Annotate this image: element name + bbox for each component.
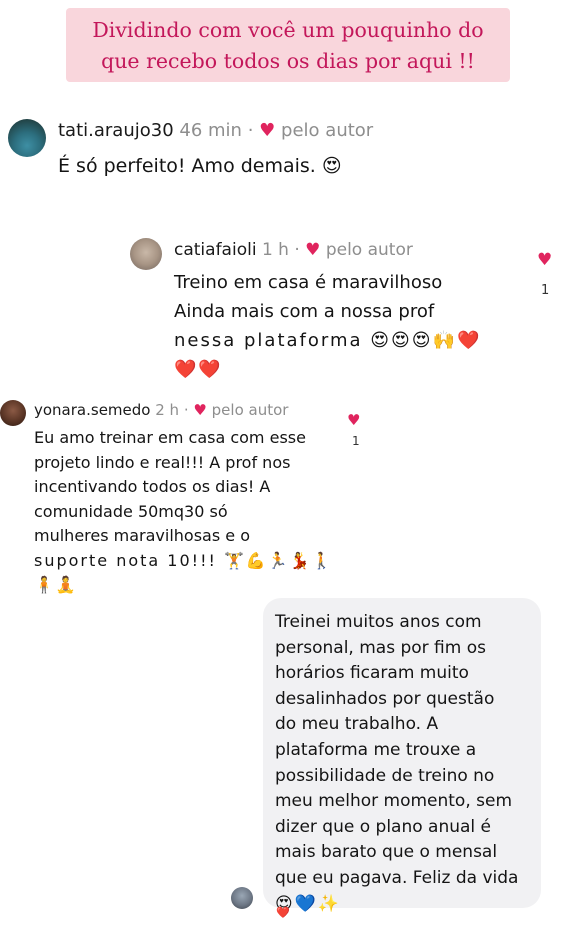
comment-meta: yonara.semedo 2 h · ♥ pelo autor xyxy=(34,400,288,421)
comment-time: 1 h xyxy=(261,240,289,260)
separator-dot: · xyxy=(183,401,189,419)
message-bubble: Treinei muitos anos com personal, mas po… xyxy=(263,598,541,914)
liked-by-author-label: pelo autor xyxy=(325,240,413,260)
like-count: 1 xyxy=(352,434,360,448)
comment-card-2: catiafaioli 1 h · ♥ pelo autor Treino em… xyxy=(122,228,563,388)
avatar[interactable] xyxy=(8,119,46,157)
comment-username[interactable]: tati.araujo30 xyxy=(58,120,174,141)
avatar[interactable] xyxy=(0,400,26,426)
comment-username[interactable]: yonara.semedo xyxy=(34,401,150,419)
story-banner: Dividindo com você um pouquinho do que r… xyxy=(66,8,510,82)
comment-meta: tati.araujo30 46 min · ♥ pelo autor xyxy=(58,118,373,144)
like-heart-icon[interactable]: ♥ xyxy=(537,252,552,269)
like-count: 1 xyxy=(541,283,550,298)
comment-card-1: tati.araujo30 46 min · ♥ pelo autor É só… xyxy=(0,105,390,189)
comment-text: Treino em casa é maravilhoso Ainda mais … xyxy=(174,272,482,380)
comment-text: É só perfeito! Amo demais. 😍 xyxy=(58,155,342,177)
comment-meta: catiafaioli 1 h · ♥ pelo autor xyxy=(174,238,413,262)
comment-time: 2 h xyxy=(155,401,180,419)
comment-time: 46 min xyxy=(179,120,242,141)
banner-line-2: que recebo todos os dias por aqui !! xyxy=(101,49,475,73)
comment-card-3: yonara.semedo 2 h · ♥ pelo autor Eu amo … xyxy=(0,390,380,595)
separator-dot: · xyxy=(294,240,300,260)
banner-line-1: Dividindo com você um pouquinho do xyxy=(92,18,484,42)
comment-text: Eu amo treinar em casa com esse projeto … xyxy=(34,428,334,594)
comment-username[interactable]: catiafaioli xyxy=(174,240,257,260)
liked-by-author-heart-icon: ♥ xyxy=(259,120,276,141)
like-heart-icon[interactable]: ♥ xyxy=(347,412,360,429)
liked-by-author-heart-icon: ♥ xyxy=(305,240,321,260)
separator-dot: · xyxy=(247,120,254,141)
avatar[interactable] xyxy=(130,238,162,270)
message-reaction-heart-icon: ❤️ xyxy=(276,906,290,919)
liked-by-author-heart-icon: ♥ xyxy=(193,401,207,419)
liked-by-author-label: pelo autor xyxy=(281,120,374,141)
sender-avatar[interactable] xyxy=(231,887,253,909)
liked-by-author-label: pelo autor xyxy=(211,401,289,419)
